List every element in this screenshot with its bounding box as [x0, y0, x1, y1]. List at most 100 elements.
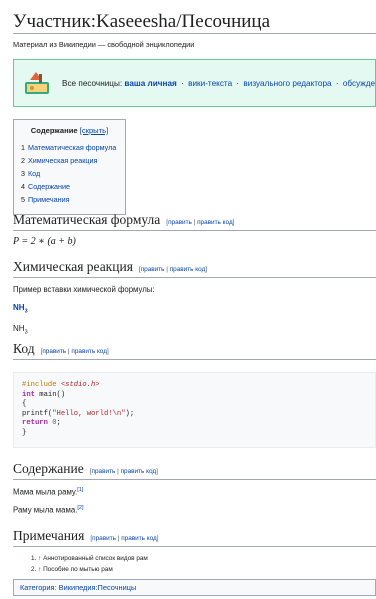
toc-item-link[interactable]: Химическая реакция	[28, 156, 97, 165]
sandbox-link-discussions[interactable]: обсуждений	[343, 79, 375, 88]
code-token: #include	[22, 381, 61, 389]
code-token: <stdio.h>	[60, 381, 100, 389]
code-token: {	[22, 400, 27, 408]
edit-link[interactable]: править	[92, 535, 116, 542]
bracket-close: ]	[156, 535, 159, 542]
edit-link[interactable]: править	[92, 468, 116, 475]
heading-text: Математическая формула	[13, 212, 161, 227]
toc-item-link[interactable]: Примечания	[28, 195, 70, 204]
sandbox-intro: Все песочницы:	[62, 78, 123, 88]
section-chem: Химическая реакция [править | править код…	[13, 259, 376, 335]
edit-links: [править | править код]	[166, 219, 234, 226]
math-formula: P = 2 ∗ (a + b)	[13, 236, 76, 247]
heading-text: Код	[13, 341, 35, 356]
category-label-link[interactable]: Категория:	[20, 583, 57, 592]
content-line: Мама мыла раму.[1]	[13, 487, 376, 497]
toc-item[interactable]: 5 Примечания	[21, 193, 118, 206]
page-title: Участник:Kaseeesha/Песочница	[13, 0, 376, 34]
chem-formula-text: NH	[13, 303, 25, 312]
toc-item-number: 4	[21, 182, 25, 191]
content-text: Раму мыла мама.	[13, 505, 78, 515]
code-token: int	[22, 390, 35, 399]
code-token: "Hello, world!\n"	[52, 409, 126, 418]
heading-text: Химическая реакция	[13, 259, 133, 274]
edit-code-link[interactable]: править код	[197, 219, 233, 226]
edit-code-link[interactable]: править код	[170, 266, 206, 273]
separator-dot: ·	[236, 78, 240, 88]
chem-formula-text: NH	[13, 323, 25, 333]
bracket-close: ]	[232, 219, 235, 226]
heading-text: Примечания	[13, 528, 85, 543]
toc-item[interactable]: 2 Химическая реакция	[21, 154, 118, 167]
edit-code-link[interactable]: править код	[71, 348, 107, 355]
edit-code-link[interactable]: править код	[121, 535, 157, 542]
edit-separator: |	[67, 348, 70, 355]
category-item-link[interactable]: Википедия:Песочницы	[59, 583, 137, 592]
edit-link[interactable]: править	[141, 266, 165, 273]
separator-dot: ·	[335, 78, 339, 88]
category-links: Категория: Википедия:Песочницы	[13, 579, 376, 596]
chem-subscript: 3	[24, 308, 28, 315]
section-code: Код [править | править код] #include <std…	[13, 341, 376, 448]
edit-links: [править | править код]	[90, 468, 158, 475]
chem-intro: Пример вставки химической формулы:	[13, 285, 155, 294]
section-heading-math: Математическая формула [править | править…	[13, 212, 376, 231]
section-heading-content: Содержание [править | править код]	[13, 461, 376, 480]
toc-item-number: 2	[21, 156, 25, 165]
section-heading-code: Код [править | править код]	[13, 341, 376, 360]
code-token: }	[22, 428, 27, 437]
sandbox-link-personal[interactable]: ваша личная	[124, 79, 176, 88]
toc-item[interactable]: 4 Содержание	[21, 180, 118, 193]
heading-text: Содержание	[13, 461, 84, 476]
toc-item[interactable]: 3 Код	[21, 167, 118, 180]
bracket-close: ]	[106, 348, 109, 355]
code-token: return	[22, 419, 48, 427]
toc-toggle-link[interactable]: [скрыть]	[80, 126, 108, 135]
edit-separator: |	[117, 535, 120, 542]
edit-links: [править | править код]	[139, 266, 207, 273]
sandbox-icon	[25, 72, 49, 94]
code-token: printf(	[22, 409, 53, 418]
bracket-close: ]	[156, 468, 158, 475]
table-of-contents: Содержание [скрыть] 1 Математическая форм…	[13, 119, 126, 215]
section-content: Содержание [править | править код] Мама м…	[13, 461, 376, 514]
toc-item-number: 3	[21, 169, 25, 178]
edit-separator: |	[193, 219, 196, 226]
toc-item-number: 5	[21, 195, 25, 204]
content-line: Раму мыла мама.[2]	[13, 505, 376, 515]
chem-formula: NH3	[13, 324, 376, 336]
code-token: ;	[56, 419, 61, 427]
edit-code-link[interactable]: править код	[121, 468, 157, 475]
edit-separator: |	[166, 266, 168, 273]
reference-item: 2. ↑ Пособие по мытью рам	[31, 566, 113, 573]
footnote-ref-link[interactable]: [2]	[77, 505, 83, 511]
edit-links: [править | править код]	[90, 535, 158, 542]
footnote-ref-link[interactable]: [1]	[77, 487, 83, 493]
sandbox-link-wikitext[interactable]: вики-текста	[188, 79, 232, 88]
reference-item: 1. ↑ Аннотированный список видов рам	[31, 555, 148, 562]
separator-dot: ·	[181, 78, 184, 88]
section-math: Математическая формула [править | править…	[13, 212, 376, 247]
sandbox-link-visual-editor[interactable]: визуального редактора	[243, 79, 331, 88]
toc-item-link[interactable]: Математическая формула	[28, 143, 116, 152]
tagline: Материал из Википедии — свободной энцикл…	[13, 40, 195, 49]
code-token: main()	[34, 390, 66, 399]
section-heading-notes: Примечания [править | править код]	[13, 528, 376, 547]
sandbox-navbox: Все песочницы: ваша личная · вики-текста…	[13, 59, 376, 107]
section-notes: Примечания [править | править код] 1. ↑ А…	[13, 528, 376, 575]
code-block: #include <stdio.h> int main() { printf("…	[13, 372, 376, 448]
toc-item[interactable]: 1 Математическая формула	[21, 141, 118, 154]
toc-item-link[interactable]: Код	[28, 169, 40, 178]
content-text: Мама мыла раму.	[13, 487, 78, 497]
edit-links: [править | править код]	[41, 348, 109, 355]
toc-item-link[interactable]: Содержание	[28, 182, 70, 191]
chem-formula-link[interactable]: NH3	[13, 303, 376, 315]
chem-subscript: 3	[24, 329, 28, 336]
sandbox-text: Все песочницы: ваша личная · вики-текста…	[62, 78, 375, 88]
toc-title-label: Содержание	[30, 126, 78, 135]
edit-link[interactable]: править	[42, 348, 66, 355]
edit-link[interactable]: править	[168, 219, 192, 226]
toc-title: Содержание [скрыть]	[21, 126, 118, 135]
toc-list: 1 Математическая формула 2 Химическая реак…	[21, 141, 118, 206]
reference-list: 1. ↑ Аннотированный список видов рам 2. …	[31, 553, 376, 575]
